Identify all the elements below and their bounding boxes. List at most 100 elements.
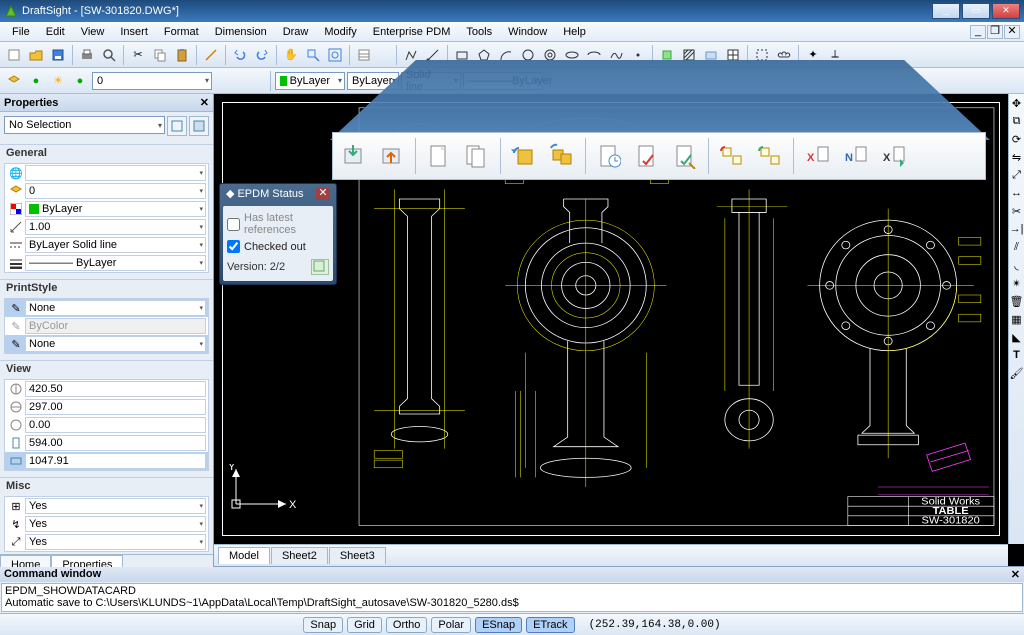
- movetree-icon[interactable]: [755, 141, 785, 171]
- text-icon[interactable]: T: [1010, 348, 1024, 362]
- copytree-icon[interactable]: [717, 141, 747, 171]
- menu-help[interactable]: Help: [555, 24, 594, 40]
- array-icon[interactable]: ▦: [1010, 312, 1024, 326]
- line-icon[interactable]: [201, 45, 221, 65]
- menu-format[interactable]: Format: [156, 24, 207, 40]
- x-tool3-icon[interactable]: X: [878, 141, 908, 171]
- menu-file[interactable]: File: [4, 24, 38, 40]
- epdm-close-icon[interactable]: ✕: [316, 188, 330, 200]
- mdi-minimize-button[interactable]: _: [970, 25, 986, 39]
- cut-icon[interactable]: ✂: [128, 45, 148, 65]
- command-input[interactable]: EPDM_SHOWDATACARD Automatic save to C:\U…: [1, 583, 1023, 612]
- menu-tools[interactable]: Tools: [458, 24, 500, 40]
- menu-insert[interactable]: Insert: [112, 24, 156, 40]
- prop-val[interactable]: 1047.91: [25, 453, 206, 469]
- brush-icon[interactable]: 🖌: [1010, 366, 1024, 380]
- fillet-icon[interactable]: ◟: [1010, 258, 1024, 272]
- mdi-close-button[interactable]: ✕: [1004, 25, 1020, 39]
- scale-icon[interactable]: ⤢: [1010, 168, 1024, 182]
- rotate-icon[interactable]: ⟳: [1010, 132, 1024, 146]
- layer-state-icon[interactable]: ●: [26, 71, 46, 91]
- extend-icon[interactable]: →|: [1010, 222, 1024, 236]
- datacard-icon[interactable]: [632, 141, 662, 171]
- maximize-button[interactable]: ▭: [962, 3, 990, 19]
- menu-dimension[interactable]: Dimension: [207, 24, 275, 40]
- menu-modify[interactable]: Modify: [316, 24, 364, 40]
- trim-icon[interactable]: ✂: [1010, 204, 1024, 218]
- chamfer-icon[interactable]: ◣: [1010, 330, 1024, 344]
- checkout-icon[interactable]: [377, 141, 407, 171]
- checked-out-checkbox[interactable]: Checked out: [227, 240, 329, 253]
- menu-view[interactable]: View: [73, 24, 113, 40]
- prop-val[interactable]: 297.00: [25, 399, 206, 415]
- newdoc-icon[interactable]: [424, 141, 454, 171]
- x-tool1-icon[interactable]: X: [802, 141, 832, 171]
- preview-icon[interactable]: [99, 45, 119, 65]
- has-latest-checkbox[interactable]: Has latest references: [227, 212, 329, 236]
- prop-val[interactable]: None: [25, 336, 206, 352]
- prop-val[interactable]: ———— ByLayer: [25, 255, 206, 271]
- svg-text:SW-301820: SW-301820: [921, 515, 979, 527]
- stretch-icon[interactable]: ↔: [1010, 186, 1024, 200]
- checkin-icon[interactable]: [339, 141, 369, 171]
- layer-lock-icon[interactable]: ●: [70, 71, 90, 91]
- prop-val[interactable]: Yes: [25, 498, 206, 514]
- tab-model[interactable]: Model: [218, 547, 270, 564]
- copy-icon[interactable]: [150, 45, 170, 65]
- prop-val[interactable]: 0.00: [25, 417, 206, 433]
- quickselect-icon[interactable]: [167, 116, 187, 136]
- close-button[interactable]: ✕: [992, 3, 1020, 19]
- history-icon[interactable]: [594, 141, 624, 171]
- new-icon[interactable]: [4, 45, 24, 65]
- prop-val[interactable]: 594.00: [25, 435, 206, 451]
- tab-sheet3[interactable]: Sheet3: [329, 547, 386, 564]
- layer-freeze-icon[interactable]: ☀: [48, 71, 68, 91]
- prop-val[interactable]: 420.50: [25, 381, 206, 397]
- cmd-close-icon[interactable]: ✕: [1011, 568, 1020, 581]
- prop-val[interactable]: 1.00: [25, 219, 206, 235]
- selectall-icon[interactable]: [189, 116, 209, 136]
- layer-manager-icon[interactable]: [4, 71, 24, 91]
- move-icon[interactable]: ✥: [1010, 96, 1024, 110]
- menu-enterprise-pdm[interactable]: Enterprise PDM: [365, 24, 459, 40]
- x-tool2-icon[interactable]: N: [840, 141, 870, 171]
- prop-val[interactable]: [25, 165, 206, 181]
- properties-close-icon[interactable]: ✕: [200, 96, 209, 109]
- copy-tool-icon[interactable]: ⧉: [1010, 114, 1024, 128]
- prop-val[interactable]: ByLayer: [25, 201, 206, 217]
- print-icon[interactable]: [77, 45, 97, 65]
- epdm-refresh-icon[interactable]: [311, 259, 329, 275]
- get-latest-icon[interactable]: [547, 141, 577, 171]
- menu-draw[interactable]: Draw: [275, 24, 317, 40]
- changestate-icon[interactable]: [670, 141, 700, 171]
- tab-sheet2[interactable]: Sheet2: [271, 547, 328, 564]
- pan-icon[interactable]: ✋: [281, 45, 301, 65]
- selection-combo[interactable]: No Selection: [4, 116, 165, 134]
- prop-val[interactable]: None: [25, 300, 206, 316]
- paste-icon[interactable]: [172, 45, 192, 65]
- prop-val[interactable]: 0: [25, 183, 206, 199]
- layer-combo[interactable]: 0: [92, 72, 212, 90]
- docs-icon[interactable]: [462, 141, 492, 171]
- prop-val[interactable]: Yes: [25, 534, 206, 550]
- offset-icon[interactable]: ⫽: [1010, 240, 1024, 254]
- prop-val[interactable]: ByLayer Solid line: [25, 237, 206, 253]
- get-version-icon[interactable]: [509, 141, 539, 171]
- zoom-extents-icon[interactable]: [325, 45, 345, 65]
- zoom-window-icon[interactable]: [303, 45, 323, 65]
- menu-window[interactable]: Window: [500, 24, 555, 40]
- save-icon[interactable]: [48, 45, 68, 65]
- open-icon[interactable]: [26, 45, 46, 65]
- redo-icon[interactable]: [252, 45, 272, 65]
- prop-val[interactable]: Yes: [25, 516, 206, 532]
- menu-edit[interactable]: Edit: [38, 24, 73, 40]
- color-combo[interactable]: ByLayer: [275, 72, 345, 90]
- undo-icon[interactable]: [230, 45, 250, 65]
- properties-icon[interactable]: [354, 45, 374, 65]
- minimize-button[interactable]: _: [932, 3, 960, 19]
- explode-icon[interactable]: ✴: [1010, 276, 1024, 290]
- mirror-icon[interactable]: ⇋: [1010, 150, 1024, 164]
- epdm-status-dialog[interactable]: ◆EPDM Status✕ Has latest references Chec…: [219, 183, 337, 285]
- mdi-restore-button[interactable]: ❐: [987, 25, 1003, 39]
- erase-icon[interactable]: 🗑: [1010, 294, 1024, 308]
